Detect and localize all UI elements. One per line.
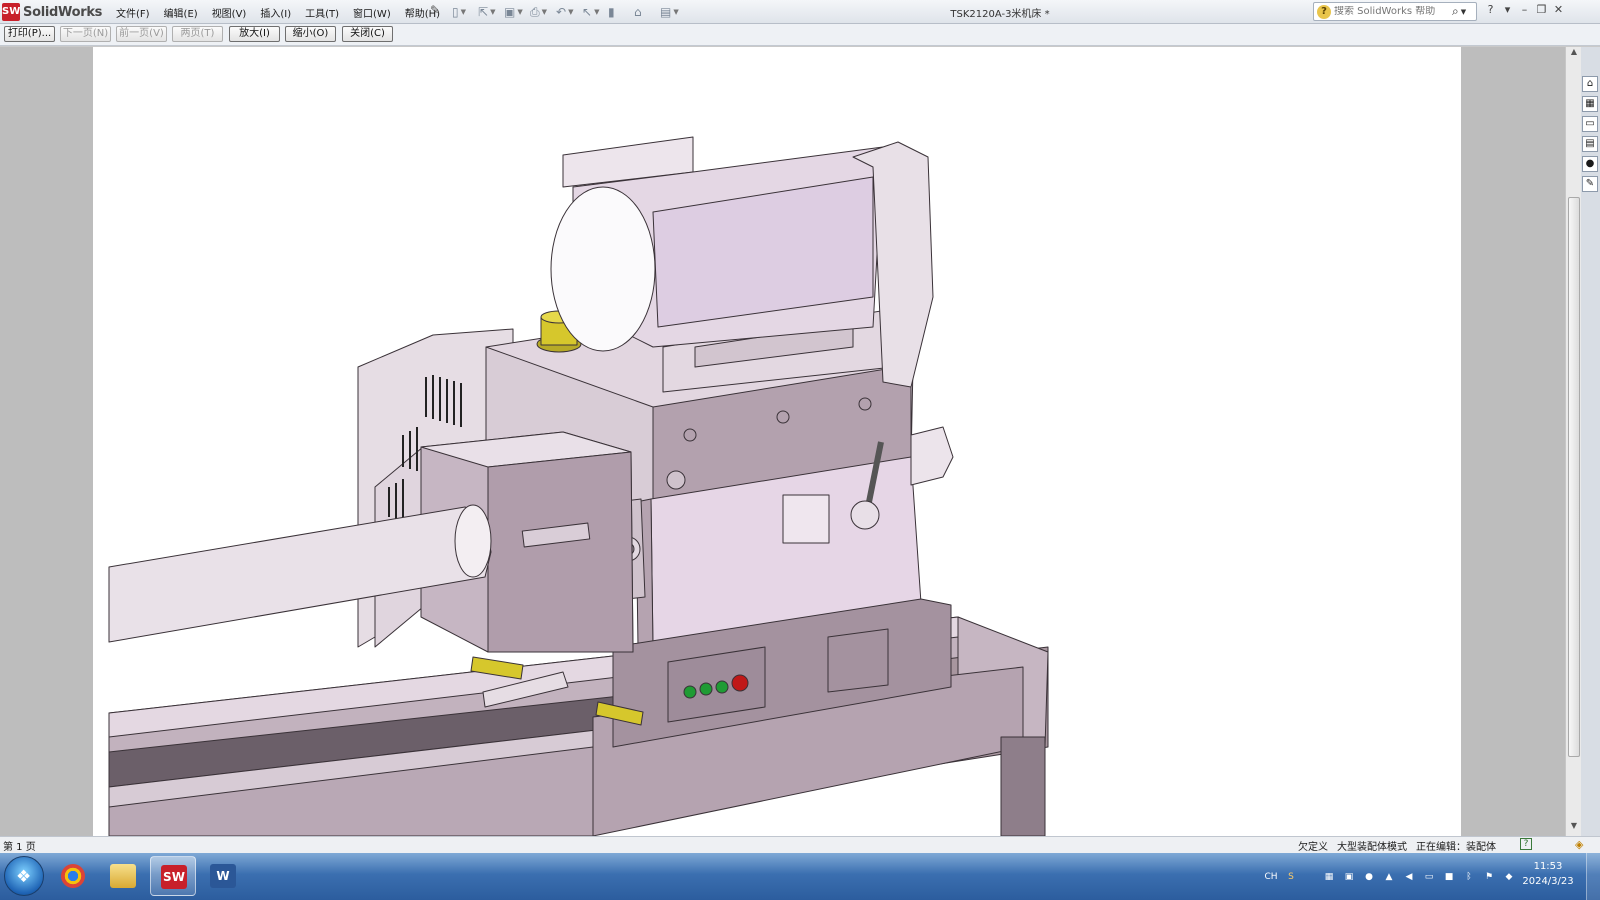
window-controls: ? ▾ – ❐ ✕ bbox=[1482, 3, 1567, 19]
view-palette-icon[interactable]: ▤ bbox=[1582, 136, 1598, 152]
bluetooth-icon[interactable]: ᛒ bbox=[1460, 870, 1478, 884]
taskbar-solidworks[interactable]: SW bbox=[150, 856, 196, 896]
two-pages-button[interactable]: 两页(T) bbox=[172, 26, 223, 42]
show-desktop-button[interactable] bbox=[1586, 853, 1600, 900]
next-page-button[interactable]: 下一页(N) bbox=[60, 26, 111, 42]
help-search-input[interactable] bbox=[1334, 6, 1452, 17]
menu-insert[interactable]: 插入(I) bbox=[258, 4, 293, 21]
windows-logo-icon: ❖ bbox=[16, 867, 32, 887]
start-button[interactable]: ❖ bbox=[4, 856, 44, 896]
language-indicator[interactable]: CH bbox=[1262, 870, 1280, 884]
nvidia-icon[interactable]: ■ bbox=[1440, 870, 1458, 884]
folder-icon bbox=[110, 864, 136, 888]
print-icon[interactable]: ⎙ ▼ bbox=[530, 3, 556, 21]
status-right: 欠定义 大型装配体模式 正在编辑：装配体 bbox=[1298, 838, 1505, 853]
preview-page bbox=[93, 47, 1461, 836]
menu-file[interactable]: 文件(F) bbox=[114, 4, 152, 21]
machine-tool-drawing bbox=[108, 136, 1049, 836]
status-bar: 第 1 页 欠定义 大型装配体模式 正在编辑：装配体 ? ◈ bbox=[0, 836, 1600, 853]
clock-time: 11:53 bbox=[1533, 861, 1563, 872]
system-tray: CH S ▦ ▣ ● ▲ ◀ ▭ ■ ᛒ ⚑ ◆ bbox=[1262, 853, 1520, 900]
wechat-icon[interactable]: ● bbox=[1360, 870, 1378, 884]
design-library-icon[interactable]: ▦ bbox=[1582, 96, 1598, 112]
menu-edit[interactable]: 编辑(E) bbox=[162, 4, 200, 21]
solidworks-logo-text: SolidWorks bbox=[23, 4, 103, 20]
taskbar-explorer[interactable] bbox=[100, 856, 146, 896]
word-icon: W bbox=[210, 864, 236, 888]
open-document-icon[interactable]: ⇱ ▼ bbox=[478, 3, 504, 21]
home-icon[interactable]: ⌂ bbox=[1582, 76, 1598, 92]
clock-date: 2024/3/23 bbox=[1522, 876, 1574, 887]
shield-icon[interactable]: ◆ bbox=[1500, 870, 1518, 884]
taskbar-word[interactable]: W bbox=[200, 856, 246, 896]
tray-app-icon[interactable]: ▣ bbox=[1340, 870, 1358, 884]
print-button[interactable]: 打印(P)... bbox=[4, 26, 55, 42]
chevron-down-icon[interactable]: ▾ bbox=[1499, 3, 1516, 19]
close-icon[interactable]: ✕ bbox=[1550, 3, 1567, 19]
search-dropdown-icon[interactable]: ▼ bbox=[1461, 8, 1466, 16]
menu-view[interactable]: 视图(V) bbox=[210, 4, 249, 21]
options-icon[interactable]: ▤ ▼ bbox=[660, 3, 686, 21]
quick-access-toolbar: ▯ ▼ ⇱ ▼ ▣ ▼ ⎙ ▼ ↶ ▼ ↖ ▼ ▮ ⌂ ▤ ▼ bbox=[452, 3, 686, 21]
rebuild-icon[interactable]: ▮ bbox=[608, 3, 634, 21]
print-preview-area bbox=[0, 47, 1565, 836]
input-method-icon[interactable]: S bbox=[1282, 870, 1300, 884]
minimize-icon[interactable]: – bbox=[1516, 3, 1533, 19]
file-explorer-icon[interactable]: ▭ bbox=[1582, 116, 1598, 132]
clock[interactable]: 11:53 2024/3/23 bbox=[1520, 859, 1576, 889]
search-icon[interactable]: ⌕ bbox=[1452, 4, 1459, 19]
chrome-icon bbox=[61, 864, 85, 888]
restore-icon[interactable]: ❐ bbox=[1533, 3, 1550, 19]
solidworks-icon: SW bbox=[161, 865, 187, 889]
title-bar: SW SolidWorks 文件(F) 编辑(E) 视图(V) 插入(I) 工具… bbox=[0, 0, 1600, 24]
help-menu-icon[interactable]: ? bbox=[1482, 3, 1499, 19]
custom-properties-icon[interactable]: ✎ bbox=[1582, 176, 1598, 192]
windows-taskbar: ❖ SW W CH S ▦ ▣ ● ▲ ◀ ▭ ■ ᛒ ⚑ ◆ 11:53 20… bbox=[0, 853, 1600, 900]
menu-window[interactable]: 窗口(W) bbox=[351, 4, 393, 21]
new-document-icon[interactable]: ▯ ▼ bbox=[452, 3, 478, 21]
vertical-scrollbar[interactable]: ▲ ▼ bbox=[1565, 47, 1581, 836]
tray-network-icon[interactable]: ▦ bbox=[1320, 870, 1338, 884]
solidworks-logo[interactable]: SW SolidWorks bbox=[2, 2, 106, 22]
scroll-down-icon[interactable]: ▼ bbox=[1567, 821, 1581, 835]
zoom-out-button[interactable]: 缩小(O) bbox=[285, 26, 336, 42]
status-editing: 正在编辑：装配体 bbox=[1416, 842, 1496, 853]
status-page-number: 第 1 页 bbox=[3, 842, 36, 853]
status-definition: 欠定义 bbox=[1298, 842, 1328, 853]
scroll-up-icon[interactable]: ▲ bbox=[1567, 47, 1581, 61]
previous-page-button[interactable]: 前一页(V) bbox=[116, 26, 167, 42]
menu-tools[interactable]: 工具(T) bbox=[303, 4, 341, 21]
status-mode: 大型装配体模式 bbox=[1337, 842, 1407, 853]
document-title: TSK2120A-3米机床 * bbox=[950, 9, 1050, 20]
volume-icon[interactable]: ◀ bbox=[1400, 870, 1418, 884]
help-question-icon: ? bbox=[1317, 4, 1331, 19]
taskbar-chrome[interactable] bbox=[50, 856, 96, 896]
tray-security-icon[interactable]: ▲ bbox=[1380, 870, 1398, 884]
help-search-box: ? ⌕ ▼ bbox=[1313, 2, 1477, 21]
menu-bar: 文件(F) 编辑(E) 视图(V) 插入(I) 工具(T) 窗口(W) 帮助(H… bbox=[114, 4, 452, 21]
appearances-icon[interactable]: ● bbox=[1582, 156, 1598, 172]
save-icon[interactable]: ▣ ▼ bbox=[504, 3, 530, 21]
action-center-flag-icon[interactable]: ⚑ bbox=[1480, 870, 1498, 884]
zoom-in-button[interactable]: 放大(I) bbox=[229, 26, 280, 42]
file-properties-icon[interactable]: ⌂ bbox=[634, 3, 660, 21]
undo-icon[interactable]: ↶ ▼ bbox=[556, 3, 582, 21]
pin-menu-icon[interactable]: ✎ bbox=[430, 3, 446, 19]
print-preview-toolbar: 打印(P)... 下一页(N) 前一页(V) 两页(T) 放大(I) 缩小(O)… bbox=[0, 24, 1600, 46]
close-preview-button[interactable]: 关闭(C) bbox=[342, 26, 393, 42]
solidworks-logo-icon: SW bbox=[2, 3, 20, 21]
scroll-thumb[interactable] bbox=[1568, 197, 1580, 757]
tray-display-icon[interactable]: ▭ bbox=[1420, 870, 1438, 884]
tag-icon[interactable]: ◈ bbox=[1575, 838, 1583, 851]
status-help-icon[interactable]: ? bbox=[1520, 838, 1532, 850]
select-icon[interactable]: ↖ ▼ bbox=[582, 3, 608, 21]
